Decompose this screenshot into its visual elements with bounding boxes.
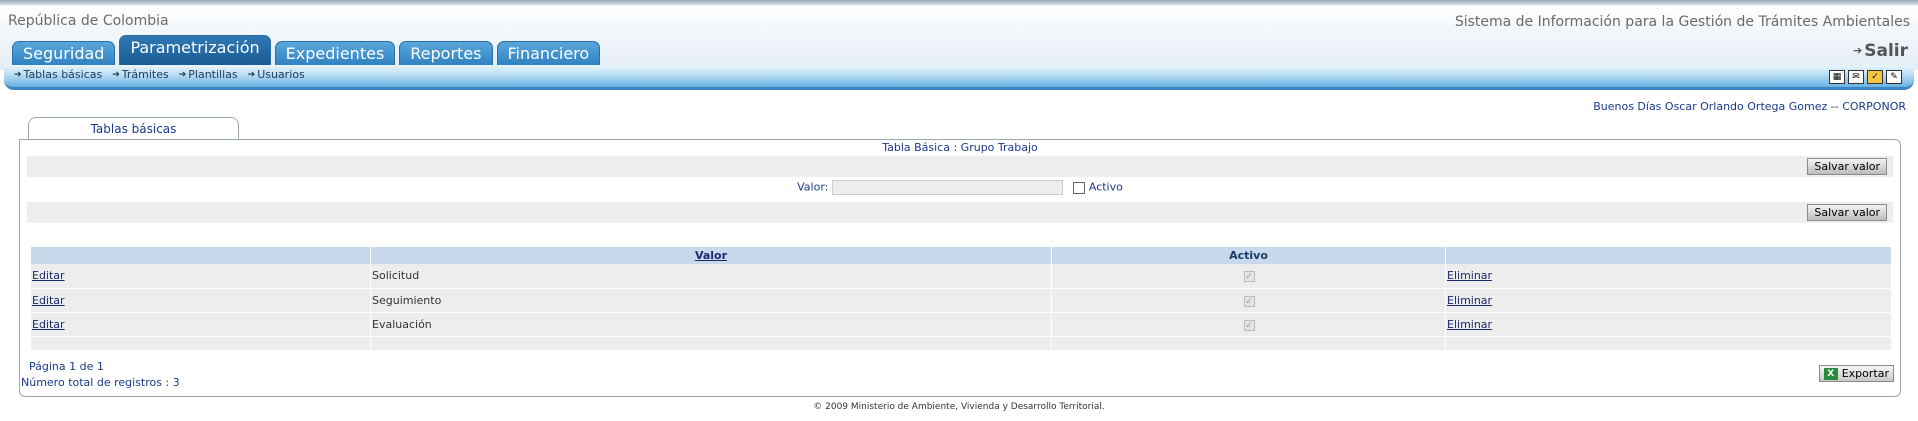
arrow-icon: ➔: [178, 69, 187, 80]
edit-link[interactable]: Editar: [32, 318, 65, 331]
checklist-icon[interactable]: ✓: [1867, 70, 1883, 84]
values-table: Valor Activo Editar Solicitud ✓ Eliminar…: [30, 247, 1891, 351]
activo-cell: ✓: [1051, 288, 1446, 313]
tab-expedientes[interactable]: Expedientes: [274, 41, 396, 65]
save-value-button-bottom[interactable]: Salvar valor: [1807, 204, 1887, 221]
value-form: Valor: Activo: [20, 180, 1900, 195]
active-checkbox[interactable]: [1073, 181, 1086, 194]
system-title: Sistema de Información para la Gestión d…: [1454, 14, 1910, 30]
activo-cell: ✓: [1051, 264, 1446, 289]
calendar-icon[interactable]: ▦: [1829, 70, 1845, 84]
mail-icon[interactable]: ✉: [1848, 70, 1864, 84]
delete-cell: Eliminar: [1445, 264, 1891, 289]
subnav-plantillas[interactable]: ➔ Plantillas: [179, 68, 238, 81]
app-window: República de Colombia Sistema de Informa…: [0, 0, 1918, 421]
table-row: Editar Solicitud ✓ Eliminar: [30, 264, 1891, 289]
header-edit: [30, 247, 371, 264]
value-label: Valor:: [797, 180, 829, 194]
table-row: Editar Evaluación ✓ Eliminar: [30, 312, 1891, 337]
logout-label: Salir: [1864, 41, 1908, 61]
activo-cell: ✓: [1051, 312, 1446, 337]
active-label: Activo: [1088, 180, 1123, 194]
footer-copyright: © 2009 Ministerio de Ambiente, Vivienda …: [813, 402, 1105, 412]
edit-link[interactable]: Editar: [32, 294, 65, 307]
toolbar-icons: ▦ ✉ ✓ ✎: [1829, 70, 1902, 84]
edit-link[interactable]: Editar: [32, 269, 65, 282]
tab-financiero[interactable]: Financiero: [496, 41, 601, 65]
header-activo: Activo: [1051, 247, 1446, 264]
header-delete: [1445, 247, 1891, 264]
tab-parametrizacion[interactable]: Parametrización: [119, 35, 271, 65]
subnav-label: Tablas básicas: [23, 68, 103, 81]
active-checkbox-disabled: ✓: [1243, 271, 1255, 283]
delete-link[interactable]: Eliminar: [1447, 294, 1492, 307]
subnav-tramites[interactable]: ➔ Trámites: [112, 68, 169, 81]
country-label: República de Colombia: [8, 13, 169, 29]
excel-icon: X: [1823, 367, 1838, 380]
table-header-row: Valor Activo: [30, 247, 1891, 264]
table-row: Editar Seguimiento ✓ Eliminar: [30, 288, 1891, 313]
subnav-tablas-basicas[interactable]: ➔ Tablas básicas: [14, 68, 102, 81]
tab-reportes[interactable]: Reportes: [399, 41, 493, 65]
page-title: Tabla Básica : Grupo Trabajo: [882, 141, 1038, 154]
arrow-icon: ➔: [14, 69, 22, 80]
valor-cell: Evaluación: [370, 312, 1052, 337]
sub-navigation: ➔ Tablas básicas ➔ Trámites ➔ Plantillas ➔ U…: [14, 68, 305, 81]
greeting-text: Buenos Días Oscar Orlando Ortega Gomez -…: [1593, 100, 1906, 113]
save-value-button-top[interactable]: Salvar valor: [1807, 158, 1887, 175]
sort-valor-link[interactable]: Valor: [695, 249, 727, 262]
save-band-top: Salvar valor: [27, 156, 1893, 177]
value-input[interactable]: [832, 180, 1064, 195]
valor-cell: Solicitud: [370, 264, 1052, 289]
arrow-icon: ➔: [1853, 44, 1863, 57]
edit-cell: Editar: [30, 288, 371, 313]
header-valor[interactable]: Valor: [370, 247, 1052, 264]
subnav-label: Trámites: [121, 68, 169, 81]
subnav-usuarios[interactable]: ➔ Usuarios: [248, 68, 305, 81]
delete-cell: Eliminar: [1445, 312, 1891, 337]
edit-cell: Editar: [30, 264, 371, 289]
tab-tablas-basicas[interactable]: Tablas básicas: [28, 117, 239, 140]
sub-navigation-bar: ➔ Tablas básicas ➔ Trámites ➔ Plantillas ➔ U…: [4, 65, 1914, 90]
delete-cell: Eliminar: [1445, 288, 1891, 313]
subnav-label: Plantillas: [188, 68, 238, 81]
content-panel: Tabla Básica : Grupo Trabajo Salvar valo…: [19, 139, 1901, 397]
active-checkbox-disabled: ✓: [1243, 295, 1255, 307]
arrow-icon: ➔: [112, 69, 120, 80]
delete-link[interactable]: Eliminar: [1447, 318, 1492, 331]
subnav-label: Usuarios: [257, 68, 305, 81]
valor-cell: Seguimiento: [370, 288, 1052, 313]
logout-link[interactable]: ➔ Salir: [1853, 41, 1908, 61]
export-label: Exportar: [1841, 367, 1889, 380]
table-empty-row: [30, 336, 1891, 351]
document-edit-icon[interactable]: ✎: [1886, 70, 1902, 84]
total-records-text: Número total de registros : 3: [21, 376, 180, 389]
delete-link[interactable]: Eliminar: [1447, 269, 1492, 282]
arrow-icon: ➔: [247, 69, 256, 80]
save-band-bottom: Salvar valor: [27, 202, 1893, 223]
active-checkbox-disabled: ✓: [1243, 319, 1255, 331]
header: República de Colombia Sistema de Informa…: [0, 0, 1918, 70]
pagination-text: Página 1 de 1: [29, 360, 104, 373]
tab-seguridad[interactable]: Seguridad: [12, 41, 116, 65]
export-button[interactable]: X Exportar: [1818, 365, 1894, 382]
main-tabs: Seguridad Parametrización Expedientes Re…: [12, 35, 601, 65]
edit-cell: Editar: [30, 312, 371, 337]
